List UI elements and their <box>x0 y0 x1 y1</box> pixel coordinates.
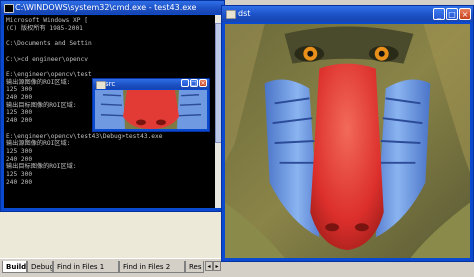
src-image-mandrill-nose <box>95 90 207 129</box>
cmd-titlebar[interactable]: C:\WINDOWS\system32\cmd.exe - test43.exe <box>1 1 224 14</box>
cmd-title: C:\WINDOWS\system32\cmd.exe - test43.exe <box>15 3 197 12</box>
window-app-icon <box>226 10 236 19</box>
console-line: C:\Documents and Settin <box>6 40 92 48</box>
minimize-button[interactable]: _ <box>433 8 445 20</box>
console-line: C:\>cd engineer\opencv <box>6 55 88 63</box>
tab-results[interactable]: Res <box>185 261 204 273</box>
tab-find-in-files-2[interactable]: Find in Files 2 <box>119 261 185 273</box>
src-titlebar[interactable]: src _ □ × <box>93 79 209 89</box>
dst-title: dst <box>238 9 251 18</box>
window-app-icon <box>96 81 106 89</box>
console-line: 输出源图像的ROI区域: <box>6 140 71 148</box>
tab-debug[interactable]: Debug <box>27 261 53 273</box>
console-line: 125 300 <box>6 171 33 179</box>
ide-background <box>0 212 221 258</box>
cmd-icon <box>4 4 14 13</box>
tab-scroll-right-button[interactable]: ▸ <box>213 261 221 271</box>
tab-build[interactable]: Build <box>2 261 27 273</box>
dst-titlebar[interactable]: dst _ □ × <box>222 6 473 22</box>
console-line: Microsoft Windows XP [ <box>6 17 88 24</box>
close-button[interactable]: × <box>459 8 471 20</box>
console-line: 125 300 <box>6 147 33 155</box>
maximize-button[interactable]: □ <box>446 8 458 20</box>
console-line: 240 200 <box>6 178 33 186</box>
src-window[interactable]: src _ □ × <box>92 78 210 132</box>
maximize-button[interactable]: □ <box>190 79 198 87</box>
tab-scroll-left-button[interactable]: ◂ <box>205 261 213 271</box>
console-line: 输出目标图像的ROI区域: <box>6 163 77 171</box>
minimize-button[interactable]: _ <box>181 79 189 87</box>
close-button[interactable]: × <box>199 79 207 87</box>
dst-image-mandrill <box>225 24 470 258</box>
tab-find-in-files-1[interactable]: Find in Files 1 <box>53 261 119 273</box>
src-title: src <box>105 80 116 88</box>
console-line: (C) 版权所有 1985-2001 <box>6 24 83 32</box>
dst-window[interactable]: dst _ □ × <box>221 5 474 262</box>
